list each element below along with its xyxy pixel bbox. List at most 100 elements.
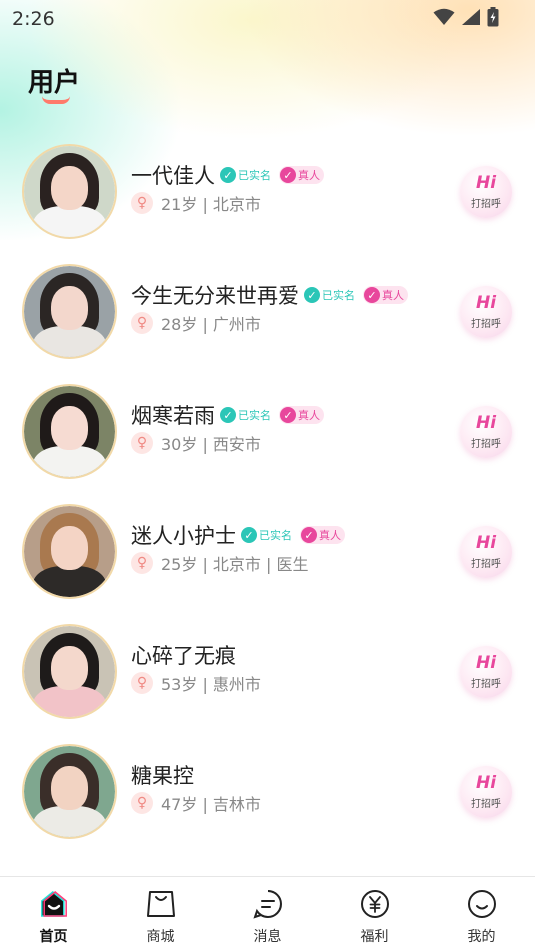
avatar[interactable] [22, 504, 117, 599]
avatar-photo [24, 266, 115, 357]
female-icon: ♀ [131, 192, 153, 214]
avatar-photo [24, 626, 115, 717]
avatar-body-shape [33, 566, 106, 597]
page-title: 用户 [28, 68, 81, 98]
user-list-item[interactable]: 烟寒若雨 ✓ 已实名 ✓ 真人 ♀ 30岁 | 西安市 Hi 打招呼 [0, 370, 535, 490]
user-list-item[interactable]: 一代佳人 ✓ 已实名 ✓ 真人 ♀ 21岁 | 北京市 Hi 打招呼 [0, 130, 535, 250]
avatar-body-shape [33, 326, 106, 357]
user-name[interactable]: 糖果控 [131, 760, 194, 790]
verified-check-icon: ✓ [241, 527, 257, 543]
female-icon: ♀ [131, 792, 153, 814]
real-person-badge: ✓ 真人 [300, 526, 345, 544]
tab-shopping-bag[interactable]: 商城 [107, 877, 214, 946]
user-list-item[interactable]: 今生无分来世再爱 ✓ 已实名 ✓ 真人 ♀ 28岁 | 广州市 Hi 打招呼 [0, 250, 535, 370]
greet-button-hi: Hi [475, 172, 497, 193]
real-person-badge-label: 真人 [382, 289, 404, 302]
user-name-line: 烟寒若雨 ✓ 已实名 ✓ 真人 [131, 400, 324, 430]
avatar[interactable] [22, 264, 117, 359]
user-info: 25岁 | 北京市 | 医生 [161, 555, 309, 574]
greet-button[interactable]: Hi 打招呼 [460, 526, 512, 578]
greet-button[interactable]: Hi 打招呼 [460, 766, 512, 818]
user-name-line: 心碎了无痕 [131, 640, 236, 670]
avatar[interactable] [22, 384, 117, 479]
avatar-face-shape [51, 166, 88, 210]
greet-button-label: 打招呼 [471, 438, 501, 450]
user-name-line: 糖果控 [131, 760, 194, 790]
tab-yen-coin[interactable]: 福利 [321, 877, 428, 946]
user-info: 30岁 | 西安市 [161, 435, 261, 454]
female-icon: ♀ [131, 552, 153, 574]
real-person-badge: ✓ 真人 [279, 166, 324, 184]
status-icons [433, 7, 499, 31]
user-info: 47岁 | 吉林市 [161, 795, 261, 814]
verified-check-icon: ✓ [220, 407, 236, 423]
user-list-item[interactable]: 心碎了无痕 ♀ 53岁 | 惠州市 Hi 打招呼 [0, 610, 535, 730]
user-name[interactable]: 烟寒若雨 [131, 400, 215, 430]
female-icon: ♀ [131, 432, 153, 454]
greet-button[interactable]: Hi 打招呼 [460, 166, 512, 218]
verified-badge-label: 已实名 [238, 169, 271, 182]
user-info-line: ♀ 53岁 | 惠州市 [131, 672, 261, 694]
avatar-body-shape [33, 686, 106, 717]
greet-button-label: 打招呼 [471, 318, 501, 330]
real-person-check-icon: ✓ [364, 287, 380, 303]
user-info-line: ♀ 25岁 | 北京市 | 医生 [131, 552, 309, 574]
user-name[interactable]: 迷人小护士 [131, 520, 236, 550]
tab-label: 我的 [467, 929, 496, 945]
avatar-body-shape [33, 206, 106, 237]
avatar-face-shape [51, 406, 88, 450]
verified-badge: ✓ 已实名 [219, 406, 275, 424]
user-name[interactable]: 一代佳人 [131, 160, 215, 190]
verified-badge: ✓ 已实名 [303, 286, 359, 304]
user-info-line: ♀ 47岁 | 吉林市 [131, 792, 261, 814]
real-person-badge: ✓ 真人 [279, 406, 324, 424]
avatar-photo [24, 386, 115, 477]
avatar-photo [24, 746, 115, 837]
wifi-icon [433, 8, 455, 30]
tab-profile-face[interactable]: 我的 [428, 877, 535, 946]
avatar[interactable] [22, 144, 117, 239]
female-icon: ♀ [131, 312, 153, 334]
greet-button-label: 打招呼 [471, 678, 501, 690]
avatar[interactable] [22, 744, 117, 839]
user-list-item[interactable]: 糖果控 ♀ 47岁 | 吉林市 Hi 打招呼 [0, 730, 535, 850]
real-person-check-icon: ✓ [280, 167, 296, 183]
greet-button[interactable]: Hi 打招呼 [460, 406, 512, 458]
verified-badge-label: 已实名 [259, 529, 292, 542]
bottom-tab-bar: 首页 商城 消息 福利 我的 [0, 876, 535, 951]
tab-label: 消息 [253, 929, 282, 945]
greet-button-hi: Hi [475, 532, 497, 553]
profile-face-icon [465, 887, 499, 921]
greet-button[interactable]: Hi 打招呼 [460, 286, 512, 338]
real-person-check-icon: ✓ [280, 407, 296, 423]
user-name[interactable]: 今生无分来世再爱 [131, 280, 299, 310]
tab-message[interactable]: 消息 [214, 877, 321, 946]
real-person-check-icon: ✓ [301, 527, 317, 543]
greet-button-hi: Hi [475, 772, 497, 793]
user-list: 一代佳人 ✓ 已实名 ✓ 真人 ♀ 21岁 | 北京市 Hi 打招呼 今生无分来… [0, 130, 535, 850]
user-list-item[interactable]: 迷人小护士 ✓ 已实名 ✓ 真人 ♀ 25岁 | 北京市 | 医生 Hi 打招呼 [0, 490, 535, 610]
greet-button-hi: Hi [475, 292, 497, 313]
message-icon [251, 887, 285, 921]
verified-check-icon: ✓ [304, 287, 320, 303]
greet-button-hi: Hi [475, 412, 497, 433]
user-info: 53岁 | 惠州市 [161, 675, 261, 694]
verified-badge-label: 已实名 [322, 289, 355, 302]
battery-icon [487, 7, 499, 31]
real-person-badge-label: 真人 [298, 409, 320, 422]
greet-button-label: 打招呼 [471, 198, 501, 210]
greet-button-label: 打招呼 [471, 798, 501, 810]
user-info-line: ♀ 30岁 | 西安市 [131, 432, 261, 454]
greet-button[interactable]: Hi 打招呼 [460, 646, 512, 698]
avatar-face-shape [51, 286, 88, 330]
status-bar: 2:26 [0, 0, 535, 38]
user-info: 21岁 | 北京市 [161, 195, 261, 214]
tab-home[interactable]: 首页 [0, 877, 107, 946]
avatar-face-shape [51, 526, 88, 570]
avatar[interactable] [22, 624, 117, 719]
avatar-face-shape [51, 646, 88, 690]
user-name-line: 迷人小护士 ✓ 已实名 ✓ 真人 [131, 520, 345, 550]
avatar-photo [24, 506, 115, 597]
title-underline-decoration [42, 96, 70, 104]
user-name[interactable]: 心碎了无痕 [131, 640, 236, 670]
